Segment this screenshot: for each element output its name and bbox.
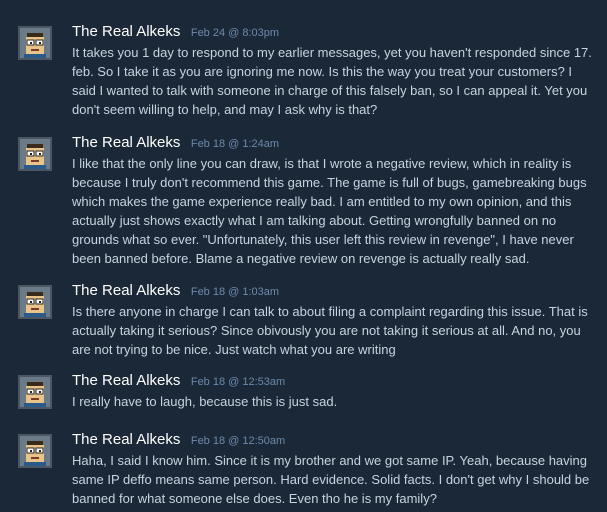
author-name[interactable]: The Real Alkeks [72, 134, 180, 151]
avatar-face-icon [20, 287, 50, 317]
comment-date: Feb 18 @ 1:03am [190, 286, 280, 298]
comment-text: Is there anyone in charge I can talk to … [72, 304, 588, 357]
avatar[interactable] [18, 285, 52, 319]
comment-text: I like that the only line you can draw, … [72, 156, 587, 266]
comment-date: Feb 18 @ 12:50am [190, 435, 286, 447]
avatar[interactable] [18, 26, 52, 60]
author-name[interactable]: The Real Alkeks [72, 372, 180, 389]
comment-date: Feb 18 @ 1:24am [190, 138, 280, 150]
author-name[interactable]: The Real Alkeks [72, 282, 180, 299]
avatar-face-icon [20, 28, 50, 58]
comment-text: I really have to laugh, because this is … [72, 394, 338, 409]
avatar[interactable] [18, 434, 52, 468]
avatar[interactable] [18, 137, 52, 171]
comment-date: Feb 24 @ 8:03pm [190, 27, 280, 39]
author-name[interactable]: The Real Alkeks [72, 431, 180, 448]
author-name[interactable]: The Real Alkeks [72, 23, 180, 40]
avatar[interactable] [18, 375, 52, 409]
avatar-face-icon [20, 436, 50, 466]
avatar-face-icon [20, 377, 50, 407]
comment-text: It takes you 1 day to respond to my earl… [72, 45, 592, 117]
comment-date: Feb 18 @ 12:53am [190, 376, 286, 388]
comment-text: Haha, I said I know him. Since it is my … [72, 453, 590, 506]
avatar-face-icon [20, 139, 50, 169]
